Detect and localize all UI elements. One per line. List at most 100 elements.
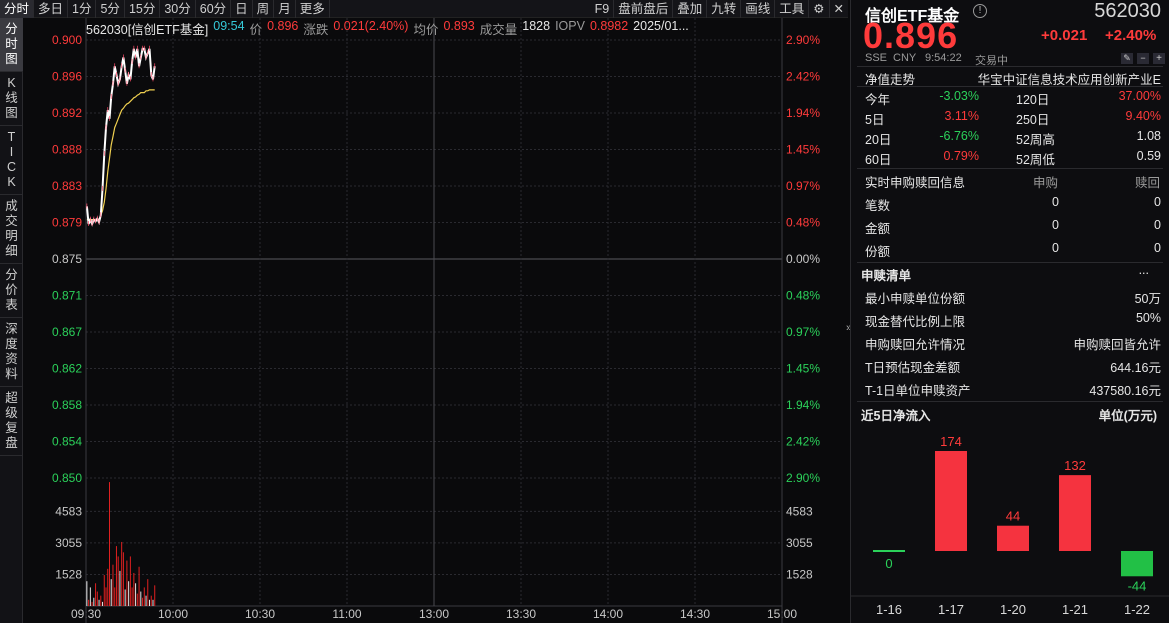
pcf-row-value: 644.16元 xyxy=(1110,361,1161,375)
view-tab-char: 资 xyxy=(5,352,18,366)
volume-label: 成交量 xyxy=(479,23,518,37)
netflow-value-label: 44 xyxy=(1006,509,1020,524)
period-tab-7[interactable]: 日 xyxy=(231,0,253,18)
view-tab-kline[interactable]: K线图 xyxy=(0,72,23,126)
view-tab-char: 分 xyxy=(5,268,18,282)
nav-stat-label: 60日 xyxy=(865,153,892,167)
volume-value: 1828 xyxy=(522,19,551,33)
view-tab-price[interactable]: 分价表 xyxy=(0,264,23,318)
netflow-value-label: -44 xyxy=(1128,578,1147,593)
volume-tick-label-right: 3055 xyxy=(786,536,813,550)
price-tick-label: 0.862 xyxy=(52,362,82,376)
pcf-more-button[interactable]: ... xyxy=(1139,263,1149,277)
pcf-row-value: 申购赎回皆允许 xyxy=(1073,338,1161,352)
edit-icon[interactable]: ✎ xyxy=(1121,53,1133,64)
netflow-bar xyxy=(873,550,905,552)
currency-label: CNY xyxy=(893,52,917,64)
quote-time: 9:54:22 xyxy=(925,52,962,64)
creation-title: 实时申购赎回信息 xyxy=(865,176,966,190)
creation-row-redeem: 0 xyxy=(1154,195,1161,209)
nav-stat-label: 120日 xyxy=(1016,93,1050,107)
period-tab-3[interactable]: 5分 xyxy=(96,0,125,18)
quote-panel: 信创ETF基金 ! 562030 0.896 +0.021 +2.40% SSE… xyxy=(850,0,1169,623)
info-icon[interactable]: ! xyxy=(973,4,987,18)
pct-tick-label: 0.97% xyxy=(786,179,820,193)
nav-stat-label: 今年 xyxy=(865,93,891,107)
view-tab-char: 交 xyxy=(5,214,18,228)
time-tick-label: 13:30 xyxy=(506,607,536,621)
avg-value: 0.893 xyxy=(443,19,475,33)
close-icon[interactable]: ✕ xyxy=(830,0,848,18)
pcf-row-label: 申购赎回允许情况 xyxy=(865,338,966,352)
period-tab-10[interactable]: 更多 xyxy=(296,0,330,18)
time-tick-label: 14:00 xyxy=(593,607,623,621)
price-change: +0.021 xyxy=(1041,27,1088,44)
period-tab-6[interactable]: 60分 xyxy=(196,0,232,18)
price-tick-label: 0.892 xyxy=(52,106,82,120)
price-tick-label: 0.858 xyxy=(52,398,82,412)
tool-button-2[interactable]: 叠加 xyxy=(673,0,708,18)
pcf-title: 申赎清单 xyxy=(861,269,912,283)
period-toolbar: 分时 多日 1分 5分 15分 30分 60分日周月更多 F9 盘前盘后 叠加 九转 画线 工具 ⚙ ✕ xyxy=(0,0,848,18)
period-tab-4[interactable]: 15分 xyxy=(125,0,161,18)
price-value: 0.896 xyxy=(267,19,299,33)
volume-bars xyxy=(86,482,156,606)
period-tab-1[interactable]: 多日 xyxy=(34,0,69,18)
period-tab-8[interactable]: 周 xyxy=(253,0,275,18)
tool-button-1[interactable]: 盘前盘后 xyxy=(614,0,674,18)
tool-button-5[interactable]: 工具 xyxy=(775,0,810,18)
view-tab-char: 价 xyxy=(5,283,18,297)
pct-tick-label: 2.42% xyxy=(786,435,820,449)
view-tab-char: 时 xyxy=(5,37,18,51)
nav-stat-value: 37.00% xyxy=(1118,89,1161,103)
view-tab-char: 表 xyxy=(5,298,18,312)
netflow-bar xyxy=(1121,551,1153,577)
tool-button-3[interactable]: 九转 xyxy=(707,0,742,18)
netflow-bar-group: -44 1-22 xyxy=(1121,551,1153,617)
creation-row-redeem: 0 xyxy=(1154,241,1161,255)
view-tab-depth[interactable]: 深度资料 xyxy=(0,318,23,387)
view-tab-replay[interactable]: 超级复盘 xyxy=(0,387,23,456)
pct-tick-label: 2.42% xyxy=(786,70,820,84)
view-tab-tick[interactable]: TICK xyxy=(0,126,23,195)
price-tick-label: 0.900 xyxy=(52,33,82,47)
creation-row-label: 笔数 xyxy=(865,199,891,213)
remove-icon[interactable]: − xyxy=(1137,53,1149,64)
period-tab-9[interactable]: 月 xyxy=(274,0,296,18)
add-icon[interactable]: + xyxy=(1153,53,1165,64)
tool-button-4[interactable]: 画线 xyxy=(741,0,776,18)
nav-stat-value: 1.08 xyxy=(1136,129,1161,143)
creation-row-label: 金额 xyxy=(865,222,891,236)
nav-stat-value: -3.03% xyxy=(939,89,979,103)
nav-stat-value: 0.79% xyxy=(943,149,979,163)
view-tab-char: K xyxy=(7,76,16,90)
pcf-row-value: 437580.16元 xyxy=(1089,384,1161,398)
creation-row-label: 份额 xyxy=(865,245,891,259)
pcf-row-label: T-1日单位申赎资产 xyxy=(865,384,971,398)
intraday-chart[interactable]: 0.900 2.90% 0.896 2.42% 0.892 1.94% 0.888 1.45%… xyxy=(24,18,846,623)
price-change-pct: +2.40% xyxy=(1105,27,1157,44)
pct-tick-label: 0.48% xyxy=(786,216,820,230)
pct-tick-label: 0.00% xyxy=(786,252,820,266)
pct-tick-label: 0.97% xyxy=(786,325,820,339)
creation-row-subscribe: 0 xyxy=(1052,218,1059,232)
pcf-row-label: T日预估现金差额 xyxy=(865,361,961,375)
pct-tick-label: 2.90% xyxy=(786,471,820,485)
period-tab-2[interactable]: 1分 xyxy=(68,0,97,18)
creation-col-redeem: 赎回 xyxy=(1135,176,1161,190)
period-tab-0[interactable]: 分时 xyxy=(0,0,35,18)
netflow-date-label: 1-20 xyxy=(1000,602,1026,617)
view-tab-fenshi[interactable]: 分时图 xyxy=(0,18,23,72)
netflow-value-label: 174 xyxy=(940,434,962,449)
tool-button-0[interactable]: F9 xyxy=(591,0,615,18)
settings-gear-icon[interactable]: ⚙ xyxy=(809,0,830,18)
netflow-date-label: 1-16 xyxy=(876,602,902,617)
period-tab-5[interactable]: 30分 xyxy=(160,0,196,18)
price-line xyxy=(85,47,156,227)
view-tab-trades[interactable]: 成交明细 xyxy=(0,195,23,264)
view-tab-char: 料 xyxy=(5,367,18,381)
nav-stat-value: -6.76% xyxy=(939,129,979,143)
exchange-label: SSE xyxy=(865,52,888,64)
view-tab-char: 线 xyxy=(5,91,18,105)
nav-stat-value: 3.11% xyxy=(944,109,979,123)
